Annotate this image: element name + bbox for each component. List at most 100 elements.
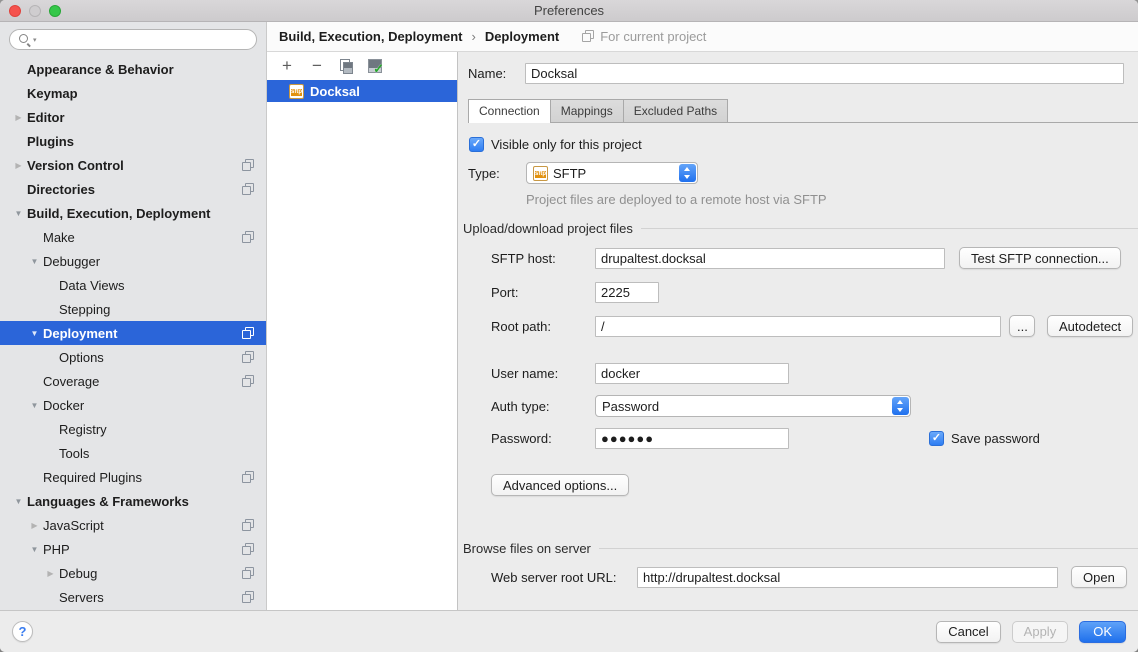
auth-type-value: Password (602, 399, 659, 414)
sidebar-item-version-control[interactable]: ▶Version Control (0, 153, 266, 177)
sftp-file-icon: sftp (533, 166, 548, 181)
tab-mappings[interactable]: Mappings (550, 99, 624, 122)
zoom-window-button[interactable] (49, 5, 61, 17)
search-field[interactable]: ▾ (9, 29, 257, 50)
chevron-down-icon[interactable]: ▼ (26, 401, 43, 410)
tab-excluded-paths[interactable]: Excluded Paths (623, 99, 728, 122)
section-divider (599, 548, 1138, 549)
ok-button[interactable]: OK (1079, 621, 1126, 643)
server-list-toolbar: + − ✓ (267, 52, 457, 80)
sidebar-item-label: Deployment (43, 326, 117, 341)
sidebar-item-required-plugins[interactable]: Required Plugins (0, 465, 266, 489)
sidebar-item-plugins[interactable]: Plugins (0, 129, 266, 153)
sidebar-item-label: Options (59, 350, 104, 365)
web-root-input[interactable] (637, 567, 1058, 588)
sidebar-item-build-execution-deployment[interactable]: ▼Build, Execution, Deployment (0, 201, 266, 225)
project-settings-icon (241, 183, 254, 196)
chevron-right-icon[interactable]: ▶ (10, 113, 27, 122)
advanced-options-button[interactable]: Advanced options... (491, 474, 629, 496)
project-settings-icon (241, 159, 254, 172)
server-name: Docksal (310, 84, 360, 99)
breadcrumb-separator: › (471, 29, 475, 44)
chevron-down-icon[interactable]: ▼ (10, 497, 27, 506)
sidebar-item-deployment[interactable]: ▼Deployment (0, 321, 266, 345)
sidebar-item-stepping[interactable]: Stepping (0, 297, 266, 321)
user-name-input[interactable] (595, 363, 789, 384)
root-path-input[interactable] (595, 316, 1001, 337)
server-list-item-docksal[interactable]: sftpDocksal (267, 80, 457, 102)
chevron-right-icon[interactable]: ▶ (42, 569, 59, 578)
sidebar-item-label: Editor (27, 110, 65, 125)
port-input[interactable] (595, 282, 659, 303)
chevron-down-icon[interactable]: ▼ (26, 329, 43, 338)
open-button[interactable]: Open (1071, 566, 1127, 588)
sidebar-item-php[interactable]: ▼PHP (0, 537, 266, 561)
tab-connection[interactable]: Connection (468, 99, 551, 123)
browse-root-path-button[interactable]: ... (1009, 315, 1035, 337)
server-list: sftpDocksal (267, 80, 457, 610)
chevron-down-icon[interactable]: ▼ (10, 209, 27, 218)
deployment-settings-panel: Name: ConnectionMappingsExcluded Paths ✓… (457, 52, 1138, 610)
save-password-checkbox[interactable]: ✓ (929, 431, 944, 446)
search-input[interactable] (39, 33, 248, 47)
sidebar-item-languages-frameworks[interactable]: ▼Languages & Frameworks (0, 489, 266, 513)
autodetect-button[interactable]: Autodetect (1047, 315, 1133, 337)
breadcrumb-section[interactable]: Build, Execution, Deployment (279, 29, 462, 44)
project-settings-icon (241, 231, 254, 244)
sidebar-item-servers[interactable]: Servers (0, 585, 266, 609)
type-dropdown[interactable]: sftp SFTP (526, 162, 698, 184)
help-button[interactable]: ? (12, 621, 33, 642)
upload-section-header: Upload/download project files (463, 221, 1138, 236)
chevron-right-icon[interactable]: ▶ (10, 161, 27, 170)
type-hint: Project files are deployed to a remote h… (526, 192, 1138, 207)
sidebar-item-tools[interactable]: Tools (0, 441, 266, 465)
sidebar-item-appearance-behavior[interactable]: Appearance & Behavior (0, 57, 266, 81)
project-settings-icon (241, 471, 254, 484)
sftp-host-input[interactable] (595, 248, 945, 269)
close-window-button[interactable] (9, 5, 21, 17)
sidebar-item-docker[interactable]: ▼Docker (0, 393, 266, 417)
sidebar-item-label: Servers (59, 590, 104, 605)
test-sftp-connection-button[interactable]: Test SFTP connection... (959, 247, 1121, 269)
sidebar-item-coverage[interactable]: Coverage (0, 369, 266, 393)
browse-section-header: Browse files on server (463, 541, 1138, 556)
add-server-button[interactable]: + (279, 58, 295, 74)
chevron-down-icon[interactable]: ▼ (26, 545, 43, 554)
sidebar-item-data-views[interactable]: Data Views (0, 273, 266, 297)
remove-server-button[interactable]: − (309, 58, 325, 74)
chevron-down-icon[interactable]: ▼ (26, 257, 43, 266)
cancel-button[interactable]: Cancel (936, 621, 1000, 643)
sidebar-item-editor[interactable]: ▶Editor (0, 105, 266, 129)
name-input[interactable] (525, 63, 1124, 84)
sidebar-item-label: Version Control (27, 158, 124, 173)
settings-tree: Appearance & BehaviorKeymap▶EditorPlugin… (0, 55, 266, 610)
visible-only-checkbox[interactable]: ✓ (469, 137, 484, 152)
sidebar-item-options[interactable]: Options (0, 345, 266, 369)
sidebar-item-label: Tools (59, 446, 89, 461)
use-as-default-icon[interactable]: ✓ (367, 59, 382, 74)
apply-button[interactable]: Apply (1012, 621, 1069, 643)
password-input[interactable] (595, 428, 789, 449)
sidebar-item-javascript[interactable]: ▶JavaScript (0, 513, 266, 537)
project-settings-icon (241, 567, 254, 580)
visible-only-label: Visible only for this project (491, 137, 642, 152)
sidebar-item-directories[interactable]: Directories (0, 177, 266, 201)
tab-strip: ConnectionMappingsExcluded Paths (468, 99, 1138, 123)
sidebar-item-make[interactable]: Make (0, 225, 266, 249)
sidebar-item-registry[interactable]: Registry (0, 417, 266, 441)
search-options-caret-icon[interactable]: ▾ (33, 36, 37, 44)
sidebar-item-label: Build, Execution, Deployment (27, 206, 210, 221)
duplicate-server-icon[interactable] (339, 59, 353, 73)
sidebar-item-debugger[interactable]: ▼Debugger (0, 249, 266, 273)
sidebar-item-label: Docker (43, 398, 84, 413)
chevron-right-icon[interactable]: ▶ (26, 521, 43, 530)
minimize-window-button[interactable] (29, 5, 41, 17)
port-label: Port: (491, 285, 595, 300)
sftp-host-label: SFTP host: (491, 251, 595, 266)
dropdown-stepper-icon (892, 397, 909, 415)
sidebar-item-label: Keymap (27, 86, 78, 101)
sidebar-item-debug[interactable]: ▶Debug (0, 561, 266, 585)
save-password-row: ✓ Save password (929, 431, 1040, 446)
auth-type-dropdown[interactable]: Password (595, 395, 911, 417)
sidebar-item-keymap[interactable]: Keymap (0, 81, 266, 105)
